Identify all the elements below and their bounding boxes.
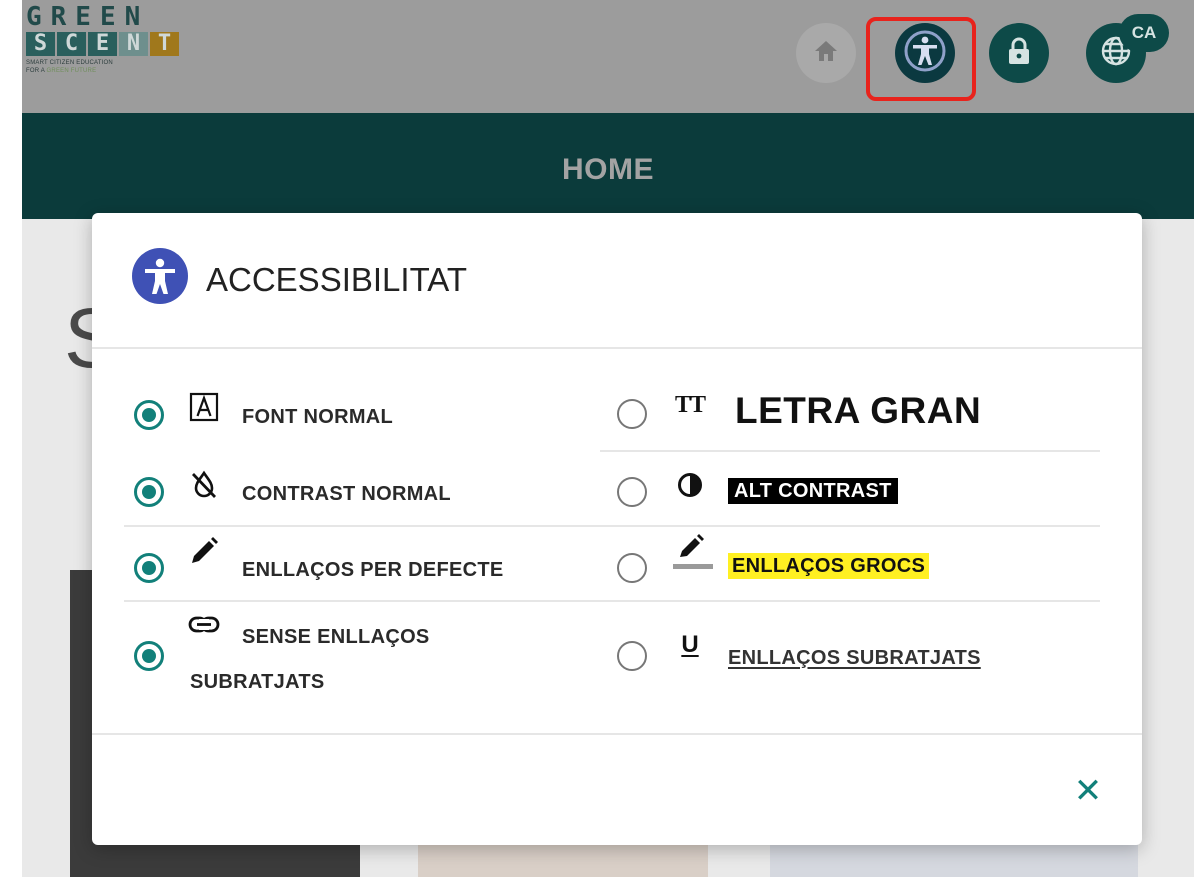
lock-icon [1007, 37, 1031, 70]
accessibility-dialog: ACCESSIBILITAT FONT NORMAL CONTRAST NORM… [92, 213, 1142, 845]
logo-word-green: GREEN [26, 2, 150, 32]
close-icon: ✕ [1073, 772, 1103, 810]
contrast-normal-radio[interactable] [134, 477, 164, 507]
home-icon [813, 39, 839, 68]
language-badge: CA [1119, 14, 1169, 52]
large-font-radio[interactable] [617, 399, 647, 429]
yellow-links-radio[interactable] [617, 553, 647, 583]
accessibility-button[interactable] [895, 23, 955, 83]
underline-links-label[interactable]: ENLLAÇOS SUBRATJATS [728, 647, 981, 670]
dialog-footer-divider [92, 733, 1142, 735]
option-divider [600, 450, 1100, 452]
link-icon [186, 607, 222, 643]
accessibility-icon [903, 29, 947, 78]
text-size-icon: TT [674, 391, 706, 418]
font-normal-radio[interactable] [134, 400, 164, 430]
pencil-icon [186, 533, 222, 569]
logo-word-scent: S C E N T [26, 32, 206, 56]
login-button[interactable] [989, 23, 1049, 83]
high-contrast-label[interactable]: ALT CONTRAST [728, 478, 898, 504]
no-underline-links-radio[interactable] [134, 641, 164, 671]
greenscent-logo[interactable]: GREEN S C E N T SMART CITIZEN EDUCATION … [26, 4, 206, 102]
main-navbar: HOME [22, 113, 1194, 219]
contrast-icon [672, 467, 708, 503]
option-divider [124, 600, 1100, 602]
accessibility-icon [132, 248, 188, 304]
close-button[interactable]: ✕ [1070, 772, 1106, 810]
default-links-label[interactable]: ENLLAÇOS PER DEFECTE [242, 559, 504, 582]
logo-tagline: SMART CITIZEN EDUCATION FOR A GREEN FUTU… [26, 60, 113, 74]
no-underline-links-label-line1[interactable]: SENSE ENLLAÇOS [242, 626, 430, 649]
home-button[interactable] [796, 23, 856, 83]
no-underline-links-label-line2[interactable]: SUBRATJATS [190, 671, 324, 694]
nav-home-link[interactable]: HOME [562, 153, 654, 219]
font-a-icon [186, 389, 222, 425]
contrast-normal-label[interactable]: CONTRAST NORMAL [242, 483, 451, 506]
pencil-underline-icon [670, 531, 714, 575]
dialog-header: ACCESSIBILITAT [92, 213, 1142, 349]
font-normal-label[interactable]: FONT NORMAL [242, 406, 393, 429]
high-contrast-radio[interactable] [617, 477, 647, 507]
large-font-label[interactable]: LETRA GRAN [735, 390, 981, 432]
underline-icon: U [681, 631, 699, 658]
option-divider [124, 525, 1100, 527]
yellow-links-label[interactable]: ENLLAÇOS GROCS [728, 553, 930, 579]
dialog-title: ACCESSIBILITAT [206, 261, 468, 298]
default-links-radio[interactable] [134, 553, 164, 583]
invert-off-icon [186, 467, 222, 503]
underline-links-radio[interactable] [617, 641, 647, 671]
